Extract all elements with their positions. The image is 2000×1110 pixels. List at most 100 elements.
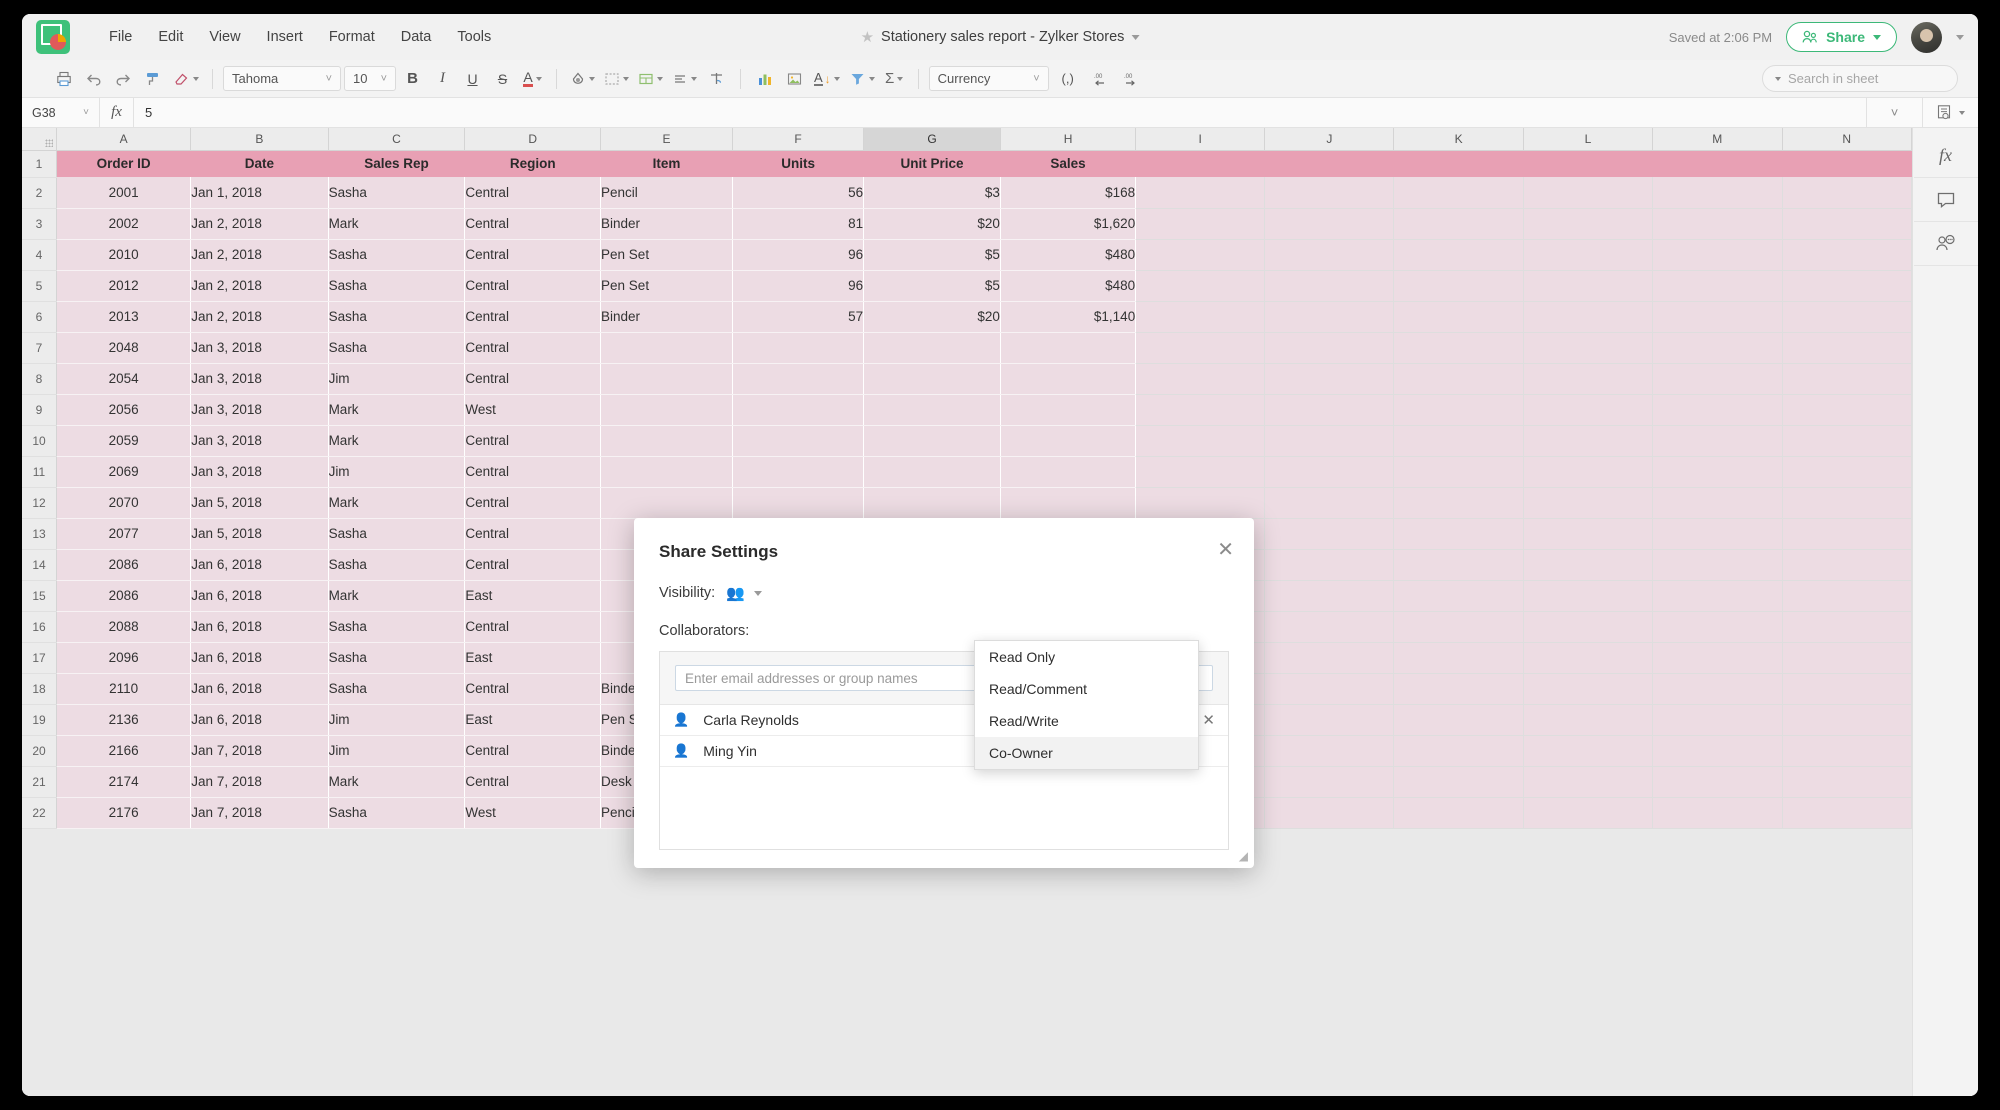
svg-text:.00: .00 <box>1094 74 1103 80</box>
increase-decimal-icon[interactable]: .00 <box>1117 65 1144 92</box>
dropdown-item-read-only[interactable]: Read Only <box>975 641 1198 673</box>
chevron-down-icon <box>193 76 199 81</box>
paint-format-icon[interactable] <box>140 65 167 92</box>
image-icon[interactable] <box>781 65 808 92</box>
italic-button[interactable]: I <box>429 65 456 92</box>
formula-collapse-chevron-icon[interactable]: ˅ <box>1866 98 1922 127</box>
dialog-title: Share Settings <box>659 542 779 561</box>
font-family-value: Tahoma <box>232 71 279 86</box>
cell-reference-value: G38 <box>32 105 56 120</box>
underline-button[interactable]: U <box>459 65 486 92</box>
text-wrap-icon[interactable] <box>703 65 730 92</box>
star-icon[interactable]: ★ <box>861 28 874 46</box>
sheet-area: A B C D E F G H I J K L M N 1 Order ID D… <box>22 128 1978 1096</box>
menu-edit[interactable]: Edit <box>145 23 196 51</box>
dropdown-item-co-owner[interactable]: Co-Owner <box>975 737 1198 769</box>
page-title: Stationery sales report - Zylker Stores <box>881 29 1125 45</box>
person-icon: 👤 <box>673 712 690 727</box>
chevron-down-icon <box>833 76 840 81</box>
search-input[interactable] <box>1788 71 1964 86</box>
chevron-down-icon: ˅ <box>325 72 332 85</box>
borders-icon[interactable] <box>601 65 632 92</box>
chevron-down-icon <box>897 76 904 81</box>
formula-bar-right: ˅ <box>1866 98 1978 127</box>
search-in-sheet[interactable] <box>1762 65 1964 92</box>
chevron-down-icon <box>868 76 875 81</box>
menu-tools[interactable]: Tools <box>444 23 504 51</box>
decrease-decimal-icon[interactable]: .00 <box>1087 65 1114 92</box>
visibility-label: Visibility: <box>659 585 716 601</box>
chevron-down-icon: ˅ <box>380 72 387 85</box>
share-people-icon <box>1802 30 1817 43</box>
strikethrough-button[interactable]: S <box>489 65 516 92</box>
formula-input[interactable]: 5 <box>134 105 1978 120</box>
toolbar-divider <box>556 68 557 89</box>
role-dropdown-menu: Read Only Read/Comment Read/Write Co-Own… <box>974 640 1199 770</box>
visibility-row: Visibility: 👥 <box>659 584 1229 602</box>
share-button[interactable]: Share <box>1786 22 1897 52</box>
font-family-select[interactable]: Tahoma ˅ <box>223 66 341 91</box>
menu-items: File Edit View Insert Format Data Tools <box>96 23 504 51</box>
number-format-value: Currency <box>937 71 991 86</box>
menu-insert[interactable]: Insert <box>254 23 316 51</box>
svg-text:.00: .00 <box>1124 74 1133 80</box>
visibility-chevron-down-icon[interactable] <box>753 590 762 596</box>
people-group-icon[interactable]: 👥 <box>726 584 745 602</box>
menu-data[interactable]: Data <box>388 23 445 51</box>
avatar[interactable] <box>1911 21 1942 53</box>
menu-format[interactable]: Format <box>316 23 388 51</box>
menu-file[interactable]: File <box>96 23 145 51</box>
chevron-down-icon <box>535 76 542 81</box>
spreadsheet-app: File Edit View Insert Format Data Tools … <box>22 14 1978 1096</box>
named-range-icon[interactable] <box>1922 98 1978 127</box>
document-title-area[interactable]: ★ Stationery sales report - Zylker Store… <box>861 28 1140 46</box>
merge-cells-icon[interactable] <box>635 65 666 92</box>
menu-view[interactable]: View <box>196 23 253 51</box>
menu-bar: File Edit View Insert Format Data Tools … <box>22 14 1978 60</box>
share-settings-dialog: Share Settings ✕ Visibility: 👥 Collabora… <box>634 518 1254 868</box>
resize-grip-icon[interactable]: ◢ <box>1239 849 1248 863</box>
close-icon[interactable]: ✕ <box>1217 540 1234 560</box>
top-right-controls: Saved at 2:06 PM Share <box>1668 21 1964 53</box>
modal-overlay: Share Settings ✕ Visibility: 👥 Collabora… <box>22 128 1978 1096</box>
chart-icon[interactable] <box>751 65 778 92</box>
chevron-down-icon: ˅ <box>83 107 89 118</box>
chevron-down-icon <box>691 76 697 81</box>
fill-color-icon[interactable] <box>567 65 598 92</box>
remove-collaborator-button[interactable]: ✕ <box>1202 711 1215 729</box>
search-options-chevron-icon[interactable] <box>1775 76 1781 81</box>
sum-sigma-icon[interactable]: Σ <box>881 65 908 92</box>
clear-format-icon[interactable] <box>170 65 202 92</box>
undo-icon[interactable] <box>80 65 107 92</box>
bold-button[interactable]: B <box>399 65 426 92</box>
print-icon[interactable] <box>50 65 77 92</box>
account-chevron-down-icon[interactable] <box>1956 34 1964 40</box>
person-icon: 👤 <box>673 743 690 758</box>
filter-icon[interactable] <box>846 65 878 92</box>
chevron-down-icon: ˅ <box>1033 72 1040 85</box>
fx-label: fx <box>100 98 134 127</box>
dropdown-item-read-write[interactable]: Read/Write <box>975 705 1198 737</box>
toolbar-divider <box>212 68 213 89</box>
toolbar-divider <box>917 68 919 89</box>
text-color-icon[interactable]: A <box>519 65 546 92</box>
collaborators-label: Collaborators: <box>659 623 750 639</box>
comma-format-button[interactable]: (,) <box>1052 65 1084 92</box>
chevron-down-icon[interactable] <box>1131 34 1140 40</box>
chevron-down-icon <box>1959 110 1965 115</box>
number-format-select[interactable]: Currency ˅ <box>928 66 1049 91</box>
redo-icon[interactable] <box>110 65 137 92</box>
saved-status: Saved at 2:06 PM <box>1668 29 1773 45</box>
toolbar: Tahoma ˅ 10 ˅ B I U S A A ↓ Σ Currency ˅… <box>22 60 1978 98</box>
dropdown-item-read-comment[interactable]: Read/Comment <box>975 673 1198 705</box>
chevron-down-icon <box>589 76 595 81</box>
sheet-logo-icon[interactable] <box>36 20 70 54</box>
chevron-down-icon <box>657 76 663 81</box>
align-icon[interactable] <box>669 65 700 92</box>
cell-reference-box[interactable]: G38 ˅ <box>22 98 100 127</box>
font-size-value: 10 <box>353 71 368 86</box>
font-size-select[interactable]: 10 ˅ <box>344 66 396 91</box>
chevron-down-icon <box>1873 34 1881 40</box>
chevron-down-icon <box>623 76 629 81</box>
sort-az-icon[interactable]: A ↓ <box>811 65 843 92</box>
